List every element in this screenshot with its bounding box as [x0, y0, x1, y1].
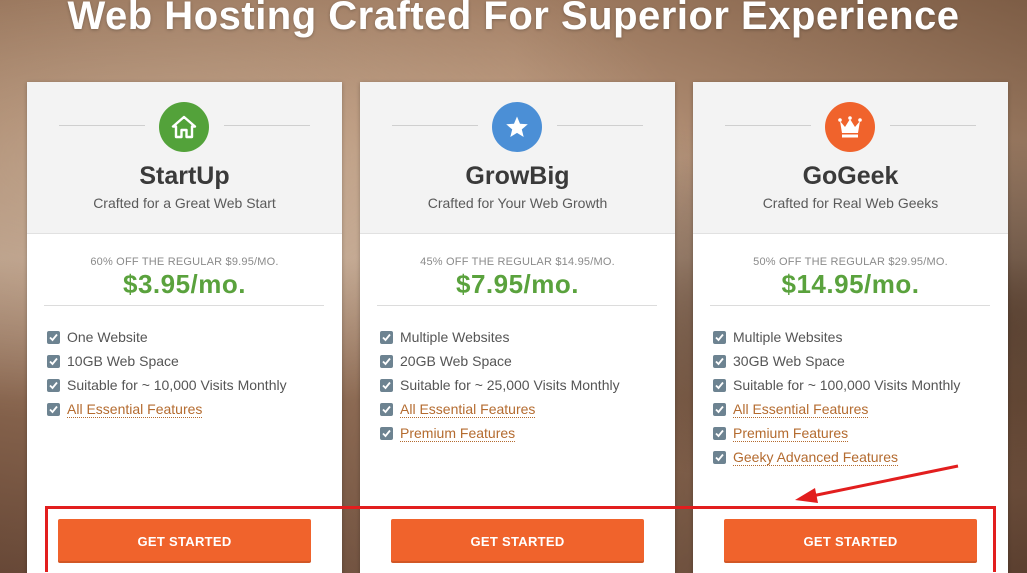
- checkbox-icon: [380, 426, 393, 440]
- geeky-advanced-features-link[interactable]: Geeky Advanced Features: [733, 449, 898, 466]
- page-headline: Web Hosting Crafted For Superior Experie…: [67, 0, 960, 38]
- plan-card-startup: StartUp Crafted for a Great Web Start 60…: [27, 82, 342, 573]
- plan-tagline: Crafted for a Great Web Start: [93, 195, 276, 211]
- plan-price: $7.95/mo.: [455, 269, 579, 299]
- checkbox-icon: [380, 402, 393, 416]
- feature-text: 20GB Web Space: [400, 353, 512, 369]
- header-divider: [725, 125, 811, 126]
- feature-item: 30GB Web Space: [713, 349, 960, 373]
- plan-card-header: StartUp Crafted for a Great Web Start: [27, 82, 342, 234]
- premium-features-link[interactable]: Premium Features: [733, 425, 849, 442]
- plan-discount: 60% OFF THE REGULAR $9.95/MO.: [90, 256, 279, 268]
- feature-item: 20GB Web Space: [380, 349, 620, 373]
- header-divider: [557, 125, 643, 126]
- header-divider: [392, 125, 478, 126]
- feature-item: All Essential Features: [713, 397, 960, 421]
- checkbox-icon: [47, 354, 60, 368]
- feature-item: One Website: [47, 325, 287, 349]
- checkbox-icon: [47, 402, 60, 416]
- checkbox-icon: [380, 354, 393, 368]
- plan-discount: 45% OFF THE REGULAR $14.95/MO.: [420, 256, 615, 268]
- feature-text: One Website: [67, 329, 148, 345]
- checkbox-icon: [713, 426, 726, 440]
- plan-card-gogeek: GoGeek Crafted for Real Web Geeks 50% OF…: [693, 82, 1008, 573]
- price-divider: [377, 305, 657, 306]
- feature-list: Multiple Websites 30GB Web Space Suitabl…: [713, 325, 960, 469]
- feature-item: All Essential Features: [47, 397, 287, 421]
- checkbox-icon: [47, 330, 60, 344]
- plan-name: GoGeek: [802, 162, 899, 190]
- plan-name: StartUp: [139, 162, 230, 190]
- feature-item: All Essential Features: [380, 397, 620, 421]
- checkbox-icon: [47, 378, 60, 392]
- feature-text: Suitable for ~ 100,000 Visits Monthly: [733, 377, 961, 393]
- checkbox-icon: [713, 378, 726, 392]
- header-divider: [224, 125, 310, 126]
- plan-tagline: Crafted for Your Web Growth: [427, 195, 608, 211]
- feature-item: Premium Features: [380, 421, 620, 445]
- feature-item: Premium Features: [713, 421, 960, 445]
- plan-card-header: GoGeek Crafted for Real Web Geeks: [693, 82, 1008, 234]
- feature-text: Multiple Websites: [400, 329, 510, 345]
- checkbox-icon: [713, 402, 726, 416]
- plan-tagline: Crafted for Real Web Geeks: [762, 195, 939, 211]
- feature-item: Suitable for ~ 10,000 Visits Monthly: [47, 373, 287, 397]
- feature-text: 30GB Web Space: [733, 353, 845, 369]
- feature-text: Suitable for ~ 10,000 Visits Monthly: [67, 377, 287, 393]
- checkbox-icon: [713, 450, 726, 464]
- header-divider: [59, 125, 145, 126]
- house-icon: [159, 102, 209, 152]
- price-divider: [710, 305, 990, 306]
- feature-list: One Website 10GB Web Space Suitable for …: [47, 325, 287, 421]
- annotation-highlight-box: [45, 506, 996, 572]
- feature-list: Multiple Websites 20GB Web Space Suitabl…: [380, 325, 620, 445]
- feature-text: Multiple Websites: [733, 329, 843, 345]
- plan-discount: 50% OFF THE REGULAR $29.95/MO.: [753, 256, 948, 268]
- price-divider: [44, 305, 324, 306]
- essential-features-link[interactable]: All Essential Features: [400, 401, 536, 418]
- feature-text: Suitable for ~ 25,000 Visits Monthly: [400, 377, 620, 393]
- checkbox-icon: [380, 330, 393, 344]
- plan-card-growbig: GrowBig Crafted for Your Web Growth 45% …: [360, 82, 675, 573]
- feature-item: 10GB Web Space: [47, 349, 287, 373]
- feature-item: Suitable for ~ 100,000 Visits Monthly: [713, 373, 960, 397]
- feature-text: 10GB Web Space: [67, 353, 179, 369]
- plan-card-header: GrowBig Crafted for Your Web Growth: [360, 82, 675, 234]
- star-icon: [492, 102, 542, 152]
- checkbox-icon: [380, 378, 393, 392]
- essential-features-link[interactable]: All Essential Features: [67, 401, 203, 418]
- premium-features-link[interactable]: Premium Features: [400, 425, 516, 442]
- feature-item: Suitable for ~ 25,000 Visits Monthly: [380, 373, 620, 397]
- header-divider: [890, 125, 976, 126]
- feature-item: Multiple Websites: [713, 325, 960, 349]
- plan-name: GrowBig: [465, 162, 570, 190]
- essential-features-link[interactable]: All Essential Features: [733, 401, 869, 418]
- checkbox-icon: [713, 354, 726, 368]
- plan-price: $14.95/mo.: [781, 269, 920, 299]
- feature-item: Multiple Websites: [380, 325, 620, 349]
- checkbox-icon: [713, 330, 726, 344]
- plan-price: $3.95/mo.: [122, 269, 246, 299]
- crown-icon: [825, 102, 875, 152]
- feature-item: Geeky Advanced Features: [713, 445, 960, 469]
